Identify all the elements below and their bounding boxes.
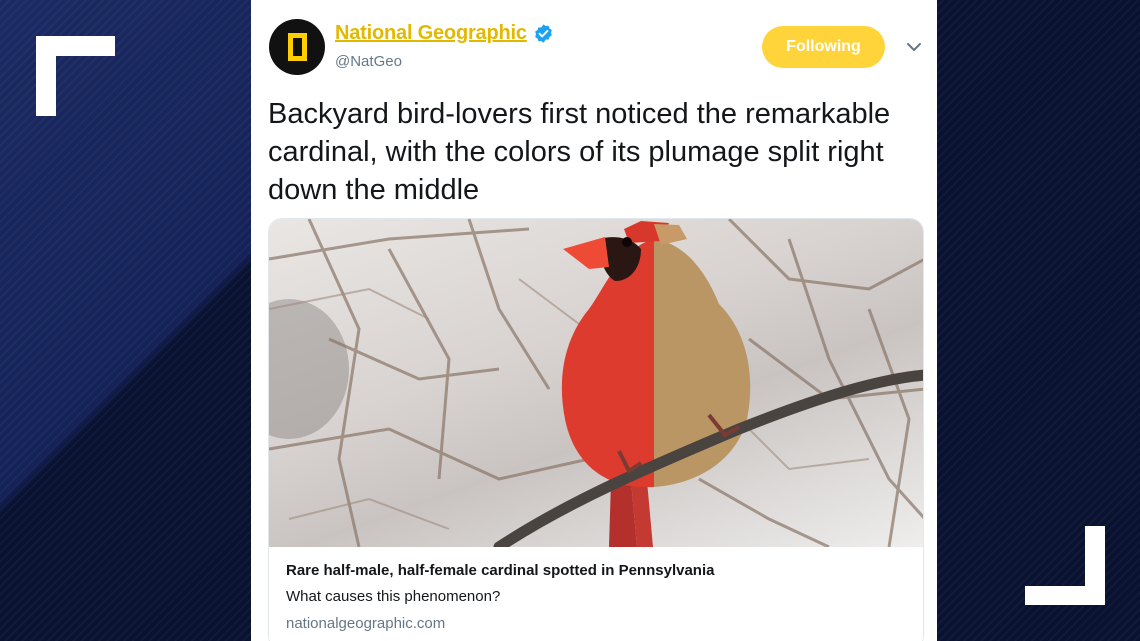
account-handle[interactable]: @NatGeo [335, 53, 402, 70]
card-title[interactable]: Rare half-male, half-female cardinal spo… [286, 562, 714, 579]
card-description: What causes this phenomenon? [286, 588, 501, 605]
account-name-row: National Geographic [335, 22, 554, 45]
card-domain[interactable]: nationalgeographic.com [286, 615, 445, 632]
verified-badge-icon [534, 24, 552, 43]
link-preview-card[interactable]: Rare half-male, half-female cardinal spo… [268, 218, 924, 641]
tweet-card: National Geographic @NatGeo Following Ba… [251, 0, 937, 641]
natgeo-logo-icon [287, 33, 307, 61]
following-button[interactable]: Following [762, 26, 885, 68]
account-name[interactable]: National Geographic [335, 22, 527, 45]
corner-bracket-bottom-right-vertical [1085, 526, 1105, 605]
chevron-down-icon[interactable] [905, 38, 923, 56]
cardinal-photo[interactable] [269, 219, 923, 547]
tweet-text: Backyard bird-lovers first noticed the r… [268, 98, 891, 206]
cardinal-illustration [269, 219, 923, 547]
corner-bracket-top-left-vertical [36, 36, 56, 116]
avatar[interactable] [269, 19, 325, 75]
